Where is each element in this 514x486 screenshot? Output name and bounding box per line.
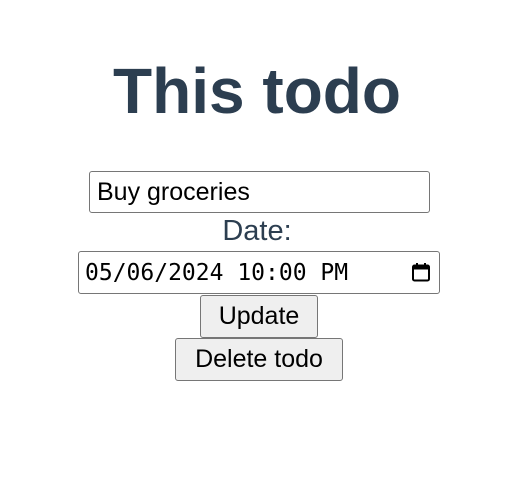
date-time-input[interactable]: 05/06/2024 10:00 PM bbox=[78, 251, 440, 294]
calendar-icon[interactable] bbox=[411, 262, 431, 282]
date-time-value: 05/06/2024 10:00 PM bbox=[85, 260, 349, 286]
date-label: Date: bbox=[222, 215, 292, 247]
page-title: This todo bbox=[113, 55, 401, 127]
todo-edit-page: This todo Date: 05/06/2024 10:00 PM Upda… bbox=[0, 0, 514, 486]
delete-todo-button[interactable]: Delete todo bbox=[175, 338, 343, 381]
update-button[interactable]: Update bbox=[200, 295, 318, 338]
todo-name-input[interactable] bbox=[89, 171, 430, 213]
